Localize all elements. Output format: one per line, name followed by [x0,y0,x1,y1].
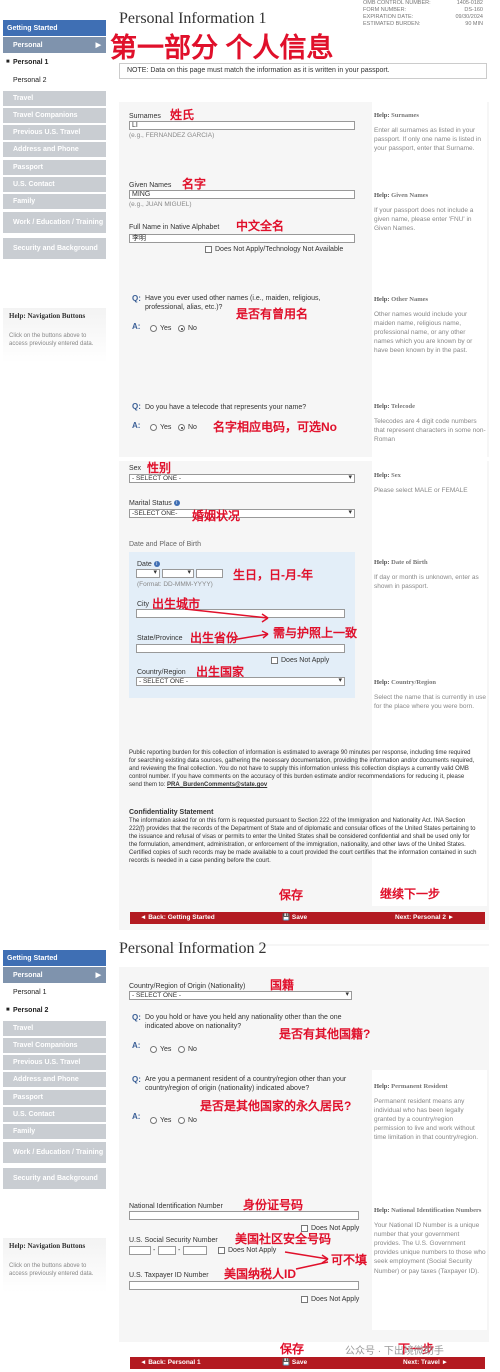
other-nationality-no-radio[interactable] [178,1046,185,1053]
help-permanent-resident-title: Permanent Resident [391,1083,448,1090]
confidentiality-text: The information asked for on this form i… [129,818,477,865]
country-label: Country/Region [137,669,186,676]
nav-us-contact[interactable]: U.S. Contact [3,1107,106,1122]
save-annotation-2: 保存 [280,1342,305,1356]
button-bar-2: ◄ Back: Personal 1 💾 Save Next: Travel ► [130,1357,485,1369]
other-nationality-yes-radio[interactable] [150,1046,157,1053]
nationality-label: Country/Region of Origin (Nationality) [129,983,246,990]
no-label-4: No [188,1117,197,1124]
tin-na-checkbox[interactable] [301,1296,308,1303]
burden-email-link[interactable]: PRA_BurdenComments@state.gov [167,782,267,788]
nav-travel[interactable]: Travel [3,1021,106,1036]
help-national-id-title: National Identification Numbers [391,1207,482,1214]
save-icon: 💾 [282,914,291,921]
nav-security[interactable]: Security and Background [3,1168,106,1189]
a-label-4: A: [132,1112,141,1121]
nav-personal-label: Personal [13,971,43,979]
help-sex: Help: Sex Please select MALE or FEMALE [374,471,486,495]
help-country: Help: Country/Region Select the name tha… [374,678,486,711]
nav-getting-started[interactable]: Getting Started [3,950,106,966]
next-button-2[interactable]: Next: Travel ► [403,1357,448,1369]
page-title-2: Personal Information 2 [119,940,267,957]
next-button[interactable]: Next: Personal 2 ► [395,912,454,924]
help-dob: Help: Date of Birth If day or month is u… [374,558,486,591]
help-dob-text: If day or month is unknown, enter as sho… [374,574,479,591]
nav-personal-1[interactable]: Personal 1 [3,984,106,1000]
nav-previous-travel[interactable]: Previous U.S. Travel [3,1055,106,1070]
help-prefix: Help: [374,559,390,566]
nationality-select[interactable]: - SELECT ONE - [129,991,352,1000]
help-dob-title: Date of Birth [391,559,428,566]
help-national-id-text: Your National ID Number is a unique numb… [374,1222,486,1275]
annotation-arrows [184,608,269,641]
help-prefix: Help: [374,679,390,686]
tin-label: U.S. Taxpayer ID Number [129,1272,209,1279]
save-label-2: Save [291,1359,308,1366]
nav-passport[interactable]: Passport [3,1090,106,1105]
help-country-title: Country/Region [391,679,436,686]
save-button-2[interactable]: 💾 Save [282,1357,307,1369]
nav-personal-2-label: Personal 2 [13,1006,49,1014]
help-sex-text: Please select MALE or FEMALE [374,487,468,495]
watermark: 公众号 · 下出境微助手 [345,1346,444,1357]
help-permanent-resident: Help: Permanent Resident Permanent resid… [374,1082,486,1143]
yes-label-4: Yes [160,1117,172,1124]
help-country-text: Select the name that is currently in use… [374,694,487,711]
other-nationality-annotation: 是否有其他国籍? [279,1027,371,1041]
burden-statement: Public reporting burden for this collect… [129,749,478,789]
back-button-2[interactable]: ◄ Back: Personal 1 [140,1357,201,1369]
permanent-resident-question: Are you a permanent resident of a countr… [145,1076,347,1093]
country-select[interactable]: - SELECT ONE - [136,677,345,686]
bullet-icon: ■ [6,1007,10,1013]
tin-na-label: Does Not Apply [311,1296,360,1303]
q-label-4: Q: [132,1075,141,1084]
permanent-resident-no-radio[interactable] [178,1117,185,1124]
next-annotation: 继续下一步 [380,887,441,901]
yes-label-3: Yes [160,1046,172,1053]
back-button[interactable]: ◄ Back: Getting Started [140,912,215,924]
tin-annotation: 美国纳税人ID [224,1267,297,1281]
nav-travel-companions[interactable]: Travel Companions [3,1038,106,1053]
button-bar: ◄ Back: Getting Started 💾 Save Next: Per… [130,912,485,924]
help-sex-title: Sex [391,472,401,479]
help-permanent-resident-text: Permanent resident means any individual … [374,1098,479,1142]
help-prefix: Help: [374,472,390,479]
permanent-resident-yes-radio[interactable] [150,1117,157,1124]
no-label-3: No [188,1046,197,1053]
help-prefix: Help: [374,1083,390,1090]
nav-personal-2[interactable]: ■ Personal 2 [3,1002,106,1018]
chevron-right-icon: ▶ [95,972,101,979]
help-national-id: Help: National Identification Numbers Yo… [374,1206,486,1276]
tin-input[interactable] [129,1281,359,1290]
nav-personal[interactable]: Personal ▶ [3,967,106,983]
save-annotation: 保存 [279,888,304,902]
save-icon: 💾 [282,1359,291,1366]
save-label: Save [291,914,308,921]
permanent-resident-annotation: 是否是其他国家的永久居民? [200,1099,352,1113]
q-label-3: Q: [132,1013,141,1022]
nav-family[interactable]: Family [3,1124,106,1139]
nav-address-phone[interactable]: Address and Phone [3,1072,106,1087]
save-button[interactable]: 💾 Save [282,912,307,924]
a-label-3: A: [132,1041,141,1050]
nav-work-education[interactable]: Work / Education / Training [3,1142,106,1163]
help-prefix: Help: [374,1207,390,1214]
